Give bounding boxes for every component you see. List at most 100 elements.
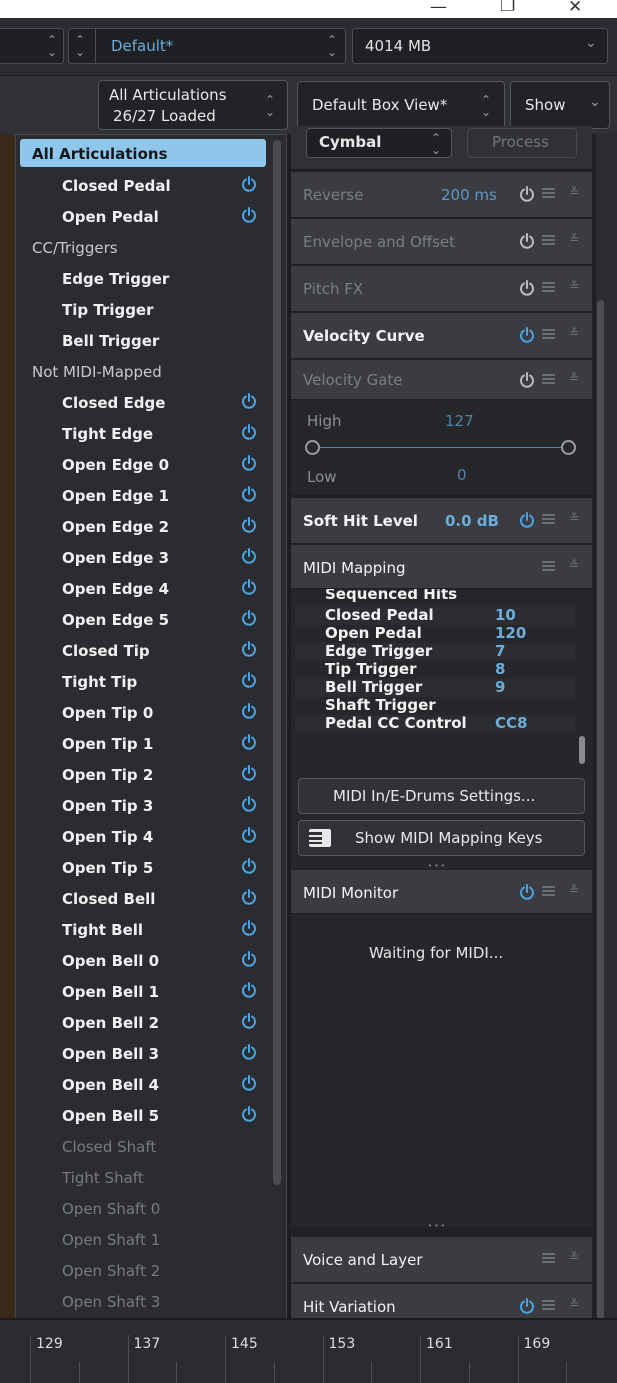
section-velocity-gate[interactable]: Velocity Gate ≙ (291, 360, 592, 400)
table-row[interactable]: Sequenced Hits (295, 589, 575, 603)
memory-select[interactable]: 4014 MB ⌄ (352, 28, 608, 64)
articulation-item[interactable]: Tight Tip (16, 666, 266, 697)
preset-stepper-icon[interactable]: ⌃ ⌄ (75, 34, 85, 58)
articulation-item[interactable]: Closed Edge (16, 387, 266, 418)
articulation-item[interactable]: All Articulations (20, 139, 266, 167)
articulation-item[interactable]: Tight Shaft (16, 1162, 266, 1193)
menu-icon[interactable] (542, 374, 555, 384)
power-icon[interactable] (241, 579, 257, 595)
section-reverse[interactable]: Reverse 200 ms ≚ (291, 172, 592, 218)
power-icon[interactable] (241, 176, 257, 192)
power-icon[interactable] (241, 610, 257, 626)
section-envelope-offset[interactable]: Envelope and Offset ≚ (291, 219, 592, 265)
high-value[interactable]: 127 (445, 412, 474, 430)
articulation-item[interactable]: Closed Pedal (16, 170, 266, 201)
panel-scrollbar[interactable] (597, 300, 604, 1320)
articulation-item[interactable]: Bell Trigger (16, 325, 266, 356)
articulation-item[interactable]: Edge Trigger (16, 263, 266, 294)
power-icon[interactable] (241, 1044, 257, 1060)
power-icon[interactable] (241, 486, 257, 502)
articulation-item[interactable]: Open Shaft 1 (16, 1224, 266, 1255)
menu-icon[interactable] (542, 1300, 555, 1310)
mapping-value[interactable]: 120 (495, 624, 526, 642)
table-row[interactable]: Tip Trigger 8 (295, 660, 575, 679)
section-midi-mapping[interactable]: MIDI Mapping ≙ (291, 545, 592, 589)
show-mapping-keys-button[interactable]: Show MIDI Mapping Keys (298, 820, 585, 856)
power-icon[interactable] (241, 672, 257, 688)
articulation-item[interactable]: Open Tip 5 (16, 852, 266, 883)
articulation-item[interactable]: Open Shaft 2 (16, 1255, 266, 1286)
expand-icon[interactable]: ≚ (569, 1298, 579, 1310)
articulation-item[interactable]: Open Edge 3 (16, 542, 266, 573)
power-icon[interactable] (241, 734, 257, 750)
menu-icon[interactable] (542, 1253, 555, 1263)
reverse-value[interactable]: 200 ms (441, 186, 497, 204)
articulation-item[interactable]: Open Bell 5 (16, 1100, 266, 1131)
menu-icon[interactable] (542, 561, 555, 571)
power-icon[interactable] (241, 858, 257, 874)
collapse-icon[interactable]: ≙ (569, 884, 579, 896)
section-voice-layer[interactable]: Voice and Layer ≚ (291, 1237, 592, 1283)
low-value[interactable]: 0 (457, 466, 467, 484)
left-select[interactable]: ⌃ ⌄ (0, 28, 64, 64)
articulation-item[interactable]: Open Pedal (16, 201, 266, 232)
mapping-value[interactable]: CC8 (495, 714, 527, 732)
articulation-item[interactable]: Open Tip 4 (16, 821, 266, 852)
section-velocity-curve[interactable]: Velocity Curve ≚ (291, 313, 592, 359)
table-row[interactable]: Closed Pedal 10 (295, 606, 575, 625)
articulation-item[interactable]: Open Shaft 0 (16, 1193, 266, 1224)
menu-icon[interactable] (542, 886, 555, 896)
mapping-value[interactable]: 10 (495, 606, 516, 624)
collapse-icon[interactable]: ≙ (569, 559, 579, 571)
articulation-item[interactable]: CC/Triggers (16, 232, 266, 263)
menu-icon[interactable] (542, 514, 555, 524)
section-soft-hit-level[interactable]: Soft Hit Level 0.0 dB ≚ (291, 498, 592, 544)
expand-icon[interactable]: ≚ (569, 186, 579, 198)
power-icon[interactable] (241, 765, 257, 781)
expand-icon[interactable]: ≚ (569, 327, 579, 339)
menu-icon[interactable] (542, 188, 555, 198)
power-icon[interactable] (241, 207, 257, 223)
table-row[interactable]: Shaft Trigger (295, 696, 575, 715)
articulation-item[interactable]: Open Shaft 3 (16, 1286, 266, 1317)
power-icon[interactable] (519, 184, 535, 204)
show-menu-button[interactable]: Show ⌄ (510, 81, 610, 129)
expand-icon[interactable]: ≚ (569, 1251, 579, 1263)
articulation-item[interactable]: Tight Bell (16, 914, 266, 945)
power-icon[interactable] (241, 517, 257, 533)
articulation-item[interactable]: Open Bell 0 (16, 945, 266, 976)
power-icon[interactable] (519, 370, 535, 390)
articulation-item[interactable]: Open Edge 0 (16, 449, 266, 480)
mapping-scrollbar[interactable] (579, 736, 585, 764)
articulation-scrollbar[interactable] (273, 140, 281, 1185)
expand-icon[interactable]: ≚ (569, 512, 579, 524)
articulation-item[interactable]: Not MIDI-Mapped (16, 356, 266, 387)
gate-slider-track[interactable] (313, 447, 567, 448)
power-icon[interactable] (241, 1106, 257, 1122)
gate-low-handle[interactable] (305, 440, 320, 455)
power-icon[interactable] (241, 641, 257, 657)
power-icon[interactable] (241, 455, 257, 471)
mapping-value[interactable]: 7 (495, 642, 505, 660)
expand-icon[interactable]: ≚ (569, 280, 579, 292)
articulation-item[interactable]: Tip Trigger (16, 294, 266, 325)
power-icon[interactable] (519, 325, 535, 345)
section-pitch-fx[interactable]: Pitch FX ≚ (291, 266, 592, 312)
articulation-item[interactable]: Open Tip 3 (16, 790, 266, 821)
articulation-item[interactable]: Open Bell 2 (16, 1007, 266, 1038)
resize-grip[interactable]: • • • (428, 862, 445, 870)
articulation-item[interactable]: Closed Bell (16, 883, 266, 914)
mapping-value[interactable]: 8 (495, 660, 505, 678)
close-icon[interactable]: ✕ (568, 0, 582, 17)
table-row[interactable]: Bell Trigger 9 (295, 678, 575, 697)
resize-grip[interactable]: • • • (428, 1222, 445, 1230)
minimize-icon[interactable]: — (430, 0, 447, 17)
articulation-item[interactable]: Open Tip 1 (16, 728, 266, 759)
menu-icon[interactable] (542, 235, 555, 245)
collapse-icon[interactable]: ≙ (569, 372, 579, 384)
table-row[interactable]: Edge Trigger 7 (295, 642, 575, 661)
power-icon[interactable] (241, 827, 257, 843)
table-row[interactable]: Pedal CC Control CC8 (295, 714, 575, 733)
power-icon[interactable] (241, 548, 257, 564)
articulation-item[interactable]: Open Edge 4 (16, 573, 266, 604)
